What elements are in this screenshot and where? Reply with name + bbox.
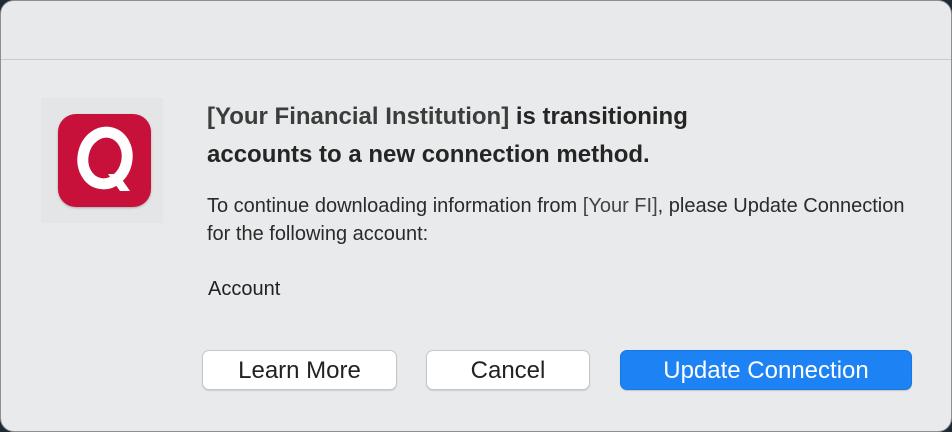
- headline-fi-name: [Your Financial Institution]: [207, 103, 510, 130]
- dialog-message: To continue downloading information from…: [207, 192, 917, 248]
- update-connection-dialog: [Your Financial Institution] is transiti…: [0, 0, 952, 432]
- message-part1: To continue downloading information from: [207, 195, 583, 217]
- account-name-label: Account: [208, 278, 281, 300]
- dialog-headline: [Your Financial Institution] is transiti…: [207, 98, 827, 174]
- headline-line1-rest: is transitioning: [509, 103, 688, 130]
- cancel-button[interactable]: Cancel: [426, 350, 590, 390]
- headline-line2: accounts to a new connection method.: [207, 141, 650, 168]
- message-fi-short: [Your FI]: [582, 195, 658, 217]
- update-connection-button[interactable]: Update Connection: [620, 350, 912, 390]
- learn-more-button[interactable]: Learn More: [202, 350, 397, 390]
- quicken-q-icon: [58, 114, 151, 207]
- dialog-titlebar: [1, 1, 951, 60]
- app-icon-area: [41, 98, 163, 223]
